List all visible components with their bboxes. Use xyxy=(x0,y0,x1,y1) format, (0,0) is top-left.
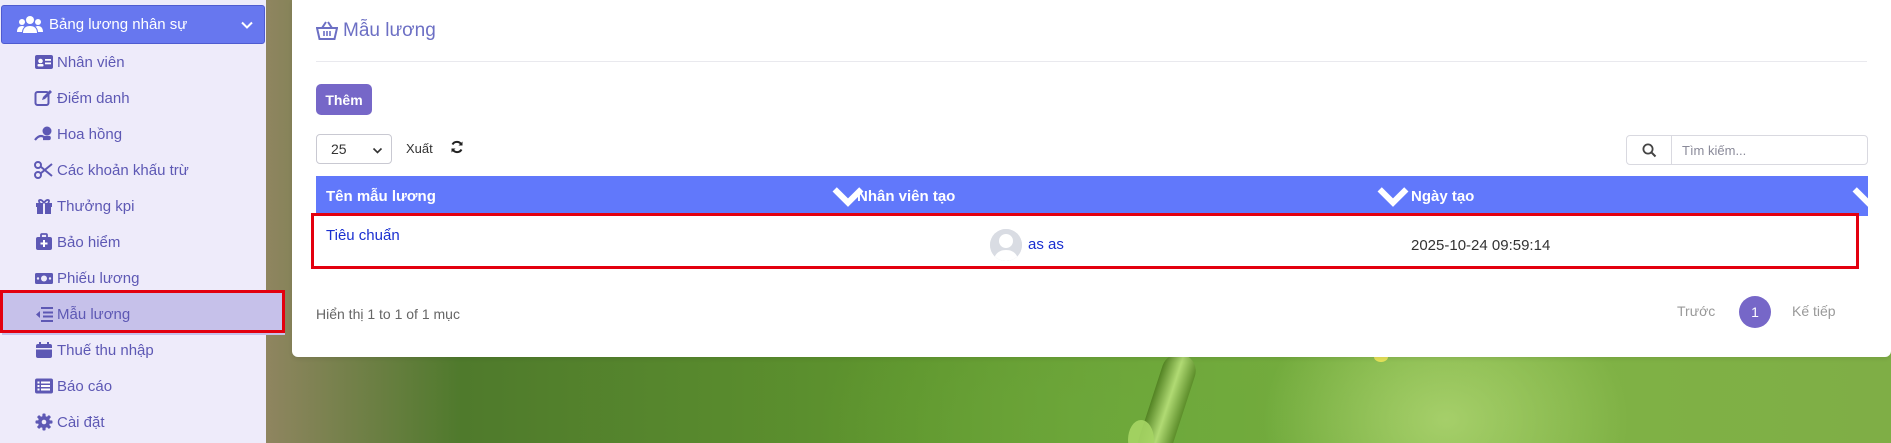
sidebar-item-label: Nhân viên xyxy=(57,53,125,71)
gear-icon xyxy=(35,413,53,431)
users-icon xyxy=(17,15,43,33)
sidebar-item-label: Thuế thu nhập xyxy=(57,341,154,359)
page-title-text: Mẫu lương xyxy=(343,20,436,41)
salary-template-card: Mẫu lương Thêm 25 Xuất Tên mẫu lương xyxy=(292,0,1891,357)
id-card-icon xyxy=(35,55,53,69)
title-divider xyxy=(316,61,1867,62)
table-header: Tên mẫu lương Nhân viên tạo Ngày tạo xyxy=(316,176,1884,216)
column-header-label: Tên mẫu lương xyxy=(326,187,436,205)
sidebar-item-payslips[interactable]: Phiếu lương xyxy=(0,260,266,296)
gift-icon xyxy=(36,199,52,214)
edit-icon xyxy=(34,90,52,106)
sidebar-header-label: Bảng lương nhân sự xyxy=(49,16,188,33)
sidebar-item-attendance[interactable]: Điểm danh xyxy=(0,80,266,116)
column-header-label: Nhân viên tạo xyxy=(857,187,956,205)
sidebar-item-label: Báo cáo xyxy=(57,377,113,395)
pagination-page-1[interactable]: 1 xyxy=(1739,296,1771,328)
sidebar-item-commission[interactable]: Hoa hồng xyxy=(0,116,266,152)
sidebar-item-deductions[interactable]: Các khoản khấu trừ xyxy=(0,152,266,188)
sidebar-item-employees[interactable]: Nhân viên xyxy=(0,44,266,80)
add-button[interactable]: Thêm xyxy=(316,84,372,115)
money-bill-icon xyxy=(35,273,53,284)
search-box xyxy=(1626,135,1868,165)
basket-icon xyxy=(316,21,338,40)
table-info: Hiển thị 1 to 1 of 1 mục xyxy=(316,306,460,322)
sidebar-item-reports[interactable]: Báo cáo xyxy=(0,368,266,404)
page-title: Mẫu lương xyxy=(316,20,436,42)
medkit-icon xyxy=(36,233,52,250)
sidebar-item-label: Thưởng kpi xyxy=(57,197,135,215)
sidebar-header-payroll[interactable]: Bảng lương nhân sự xyxy=(1,5,265,44)
default-avatar-icon xyxy=(990,229,1022,261)
calendar-icon xyxy=(36,342,52,358)
sidebar-item-insurance[interactable]: Bảo hiểm xyxy=(0,224,266,260)
indent-icon xyxy=(36,307,53,322)
sidebar-item-label: Điểm danh xyxy=(57,89,130,107)
sidebar-item-settings[interactable]: Cài đặt xyxy=(0,404,266,440)
hand-money-icon xyxy=(34,126,52,141)
column-header-creator[interactable]: Nhân viên tạo xyxy=(857,176,955,216)
column-header-template-name[interactable]: Tên mẫu lương xyxy=(326,176,436,216)
sort-chevron-icon[interactable] xyxy=(1848,176,1888,216)
table-row: Tiêu chuẩn as as 2025-10-24 09:59:14 xyxy=(316,216,1868,272)
sidebar-item-label: Các khoản khấu trừ xyxy=(57,161,189,179)
chevron-down-icon xyxy=(372,147,383,154)
scissors-icon xyxy=(34,161,53,179)
sidebar-item-label: Hoa hồng xyxy=(57,125,123,143)
created-date: 2025-10-24 09:59:14 xyxy=(1411,237,1551,254)
chevron-down-icon xyxy=(241,21,253,29)
sidebar-item-label: Phiếu lương xyxy=(57,269,140,287)
page-length-select[interactable]: 25 xyxy=(316,134,392,164)
sort-chevron-icon[interactable] xyxy=(1373,176,1413,216)
sidebar-item-label: Bảo hiểm xyxy=(57,233,121,251)
sidebar: Bảng lương nhân sự Nhân viên Điểm danh H… xyxy=(0,0,285,443)
template-name-link[interactable]: Tiêu chuẩn xyxy=(326,227,400,244)
sidebar-item-label: Mẫu lương xyxy=(57,305,131,323)
sidebar-item-kpi-bonus[interactable]: Thưởng kpi xyxy=(0,188,266,224)
search-icon xyxy=(1642,143,1656,157)
sidebar-item-salary-templates[interactable]: Mẫu lương xyxy=(2,293,285,335)
search-button[interactable] xyxy=(1627,136,1672,164)
export-button[interactable]: Xuất xyxy=(406,141,433,156)
list-icon xyxy=(35,378,53,394)
column-header-created-date[interactable]: Ngày tạo xyxy=(1411,176,1474,216)
refresh-icon[interactable] xyxy=(450,140,464,154)
column-header-label: Ngày tạo xyxy=(1411,187,1475,205)
search-input[interactable] xyxy=(1673,136,1867,164)
creator-link[interactable]: as as xyxy=(1028,236,1064,253)
avatar xyxy=(990,229,1022,261)
page-length-value: 25 xyxy=(331,141,347,157)
sidebar-item-label: Cài đặt xyxy=(57,413,105,431)
pagination-prev[interactable]: Trước xyxy=(1677,303,1715,319)
pagination-next[interactable]: Kế tiếp xyxy=(1792,303,1836,319)
sidebar-item-income-tax[interactable]: Thuế thu nhập xyxy=(0,332,266,368)
